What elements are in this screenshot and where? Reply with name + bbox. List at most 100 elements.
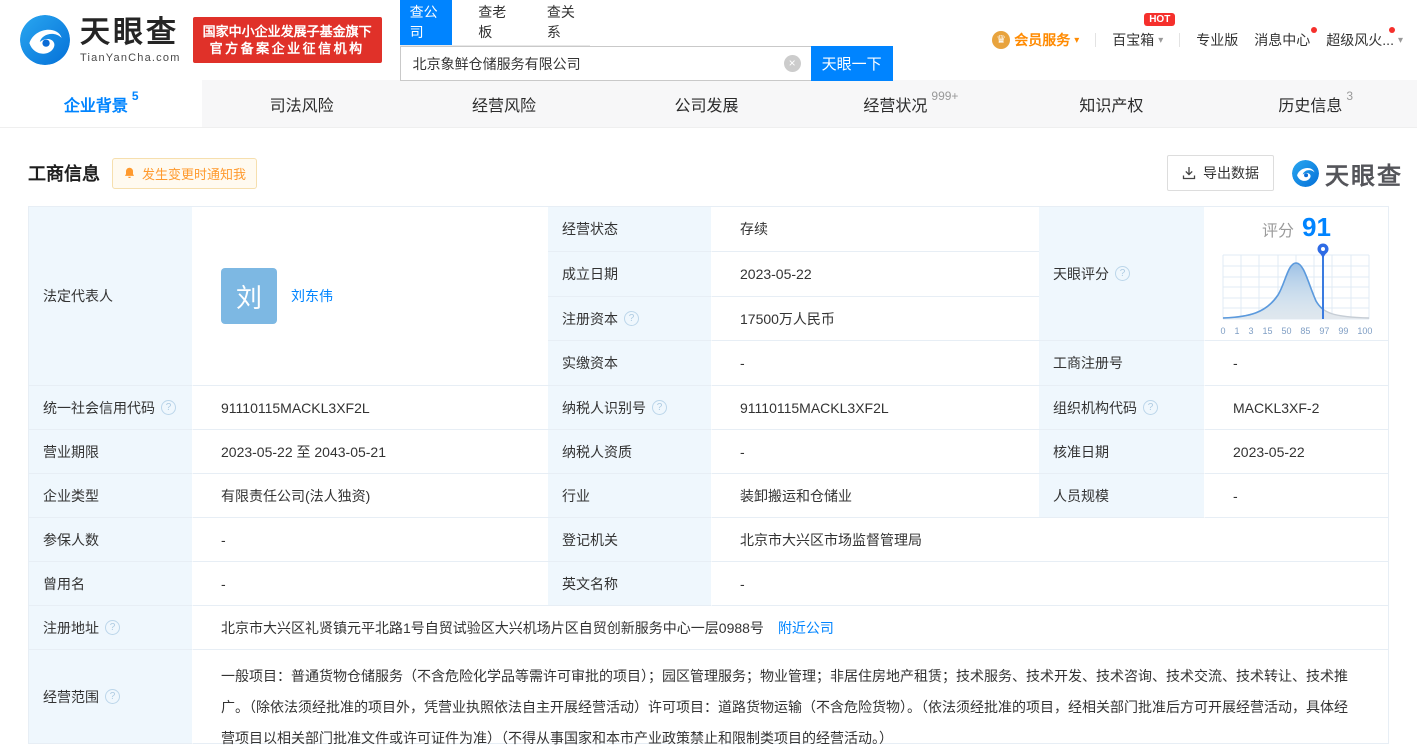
field-former-name-label: 曾用名 [29, 562, 193, 606]
value-text: MACKL3XF-2 [1233, 399, 1320, 416]
tick-label: 99 [1338, 325, 1349, 336]
nav-message-center[interactable]: 消息中心 [1254, 27, 1318, 50]
tab-company-development[interactable]: 公司发展 [607, 80, 809, 127]
label-text: 核准日期 [1053, 443, 1109, 460]
label-text: 实缴资本 [562, 355, 618, 371]
help-icon[interactable]: ? [624, 311, 639, 326]
tab-intellectual-property[interactable]: 知识产权 [1012, 80, 1214, 127]
help-icon[interactable]: ? [652, 400, 667, 415]
field-business-term-value: 2023-05-22 至 2043-05-21 [193, 430, 548, 474]
search-tab-company[interactable]: 查公司 [399, 0, 453, 45]
search-tab-boss[interactable]: 查老板 [468, 0, 521, 45]
tick-label: 0 [1220, 325, 1226, 336]
tab-count: 999+ [931, 89, 959, 103]
top-navigation: ♛ 会员服务 ▾ HOT 百宝箱 ▾ 专业版 消息中心 超级风火... ▾ [992, 13, 1403, 50]
field-address-value: 北京市大兴区礼贤镇元平北路1号自贸试验区大兴机场片区自贸创新服务中心一层0988… [193, 606, 1388, 650]
nav-superfire[interactable]: 超级风火... ▾ [1326, 27, 1403, 50]
label-text: 纳税人识别号 [562, 399, 646, 416]
field-business-scope-label: 经营范围 ? [29, 650, 193, 744]
field-staff-size-label: 人员规模 [1039, 474, 1205, 518]
label-text: 组织机构代码 [1053, 399, 1137, 416]
value-text: 装卸搬运和仓储业 [740, 487, 852, 504]
field-former-name-value: - [193, 562, 548, 606]
label-text: 行业 [562, 487, 590, 504]
export-button-label: 导出数据 [1203, 165, 1259, 181]
label-text: 工商注册号 [1053, 355, 1123, 371]
value-text: - [221, 575, 226, 592]
search-module: 查公司 查老板 查关系 × 天眼一下 [399, 0, 893, 81]
value-text: 存续 [740, 221, 768, 237]
legal-rep-avatar[interactable]: 刘 [221, 268, 277, 324]
label-text: 企业类型 [43, 487, 99, 504]
help-icon[interactable]: ? [105, 620, 120, 635]
nav-vip-label: 会员服务 [1014, 32, 1071, 48]
business-info-table: 法定代表人 刘 刘东伟 经营状态 存续 成立日期 2023-05-22 注册资本… [28, 206, 1389, 746]
clear-icon[interactable]: × [783, 55, 801, 72]
nav-vip-services[interactable]: ♛ 会员服务 ▾ [992, 30, 1079, 50]
field-insured-count-value: - [193, 518, 548, 562]
tab-operating-status[interactable]: 经营状况 999+ [810, 80, 1012, 127]
field-tianyan-score-label: 天眼评分 ? [1039, 207, 1205, 341]
tab-count: 5 [131, 89, 139, 103]
help-icon[interactable]: ? [161, 400, 176, 415]
field-taxpayer-quality-value: - [712, 430, 1039, 474]
field-paid-capital-value: - [712, 341, 1039, 386]
nav-messages-label: 消息中心 [1254, 32, 1311, 48]
notify-button-label: 发生变更时通知我 [142, 166, 247, 182]
search-button[interactable]: 天眼一下 [810, 46, 893, 81]
legal-rep-link[interactable]: 刘东伟 [291, 286, 333, 306]
field-legal-rep-value: 刘 刘东伟 [193, 207, 548, 386]
field-reg-capital-label: 注册资本 ? [548, 297, 712, 341]
score-value: 91 [1302, 211, 1331, 242]
nav-divider [1179, 33, 1181, 47]
tab-label: 企业背景 [63, 97, 128, 115]
tab-operating-risk[interactable]: 经营风险 [405, 80, 607, 127]
field-company-type-value: 有限责任公司(法人独资) [193, 474, 548, 518]
tab-history-info[interactable]: 历史信息 3 [1215, 80, 1417, 127]
field-reg-number-label: 工商注册号 [1039, 341, 1205, 386]
watermark-text: 天眼查 [1325, 162, 1403, 190]
bell-icon [124, 167, 135, 179]
field-credit-code-value: 91110115MACKL3XF2L [193, 386, 548, 430]
badge-line2: 官方备案企业征信机构 [209, 41, 365, 56]
value-text: - [1233, 487, 1238, 504]
notify-on-change-button[interactable]: 发生变更时通知我 [112, 157, 258, 189]
tick-label: 1 [1234, 325, 1240, 336]
field-est-date-label: 成立日期 [548, 252, 712, 297]
field-taxpayer-id-value: 91110115MACKL3XF2L [712, 386, 1039, 430]
tab-label: 司法风险 [269, 97, 334, 115]
field-paid-capital-label: 实缴资本 [548, 341, 712, 386]
chevron-down-icon: ▾ [1074, 34, 1080, 46]
tick-label: 100 [1357, 325, 1373, 336]
value-text: 一般项目：普通货物仓储服务（不含危险化学品等需许可审批的项目）；园区管理服务；物… [221, 668, 1348, 746]
field-registry-label: 登记机关 [548, 518, 712, 562]
label-text: 英文名称 [562, 575, 618, 592]
label-text: 纳税人资质 [562, 443, 632, 460]
search-input[interactable] [399, 46, 811, 81]
value-text: - [221, 531, 226, 548]
nav-pro-version[interactable]: 专业版 [1196, 30, 1238, 50]
tab-company-background[interactable]: 企业背景 5 [0, 80, 203, 127]
field-status-label: 经营状态 [548, 207, 712, 252]
company-section-tabs: 企业背景 5 司法风险 经营风险 公司发展 经营状况 999+ 知识产权 历史信… [0, 80, 1417, 128]
help-icon[interactable]: ? [1143, 400, 1158, 415]
nearby-companies-link[interactable]: 附近公司 [778, 618, 834, 638]
label-text: 营业期限 [43, 443, 99, 460]
search-tab-relation[interactable]: 查关系 [537, 0, 590, 45]
label-text: 经营范围 [43, 688, 99, 705]
tab-judicial-risk[interactable]: 司法风险 [202, 80, 404, 127]
help-icon[interactable]: ? [105, 689, 120, 704]
tick-label: 85 [1300, 325, 1311, 336]
field-english-name-value: - [712, 562, 1388, 606]
value-text: 有限责任公司(法人独资) [221, 487, 371, 504]
download-icon [1182, 167, 1196, 180]
nav-divider [1095, 33, 1097, 47]
tianyan-score-panel: 评分 91 0 1 3 15 50 85 97 99 100 [1205, 207, 1388, 341]
field-org-code-value: MACKL3XF-2 [1205, 386, 1388, 430]
tab-label: 经营风险 [472, 97, 537, 115]
nav-toolbox[interactable]: HOT 百宝箱 ▾ [1112, 13, 1176, 50]
section-title: 工商信息 [28, 164, 100, 184]
help-icon[interactable]: ? [1115, 266, 1130, 281]
tianyancha-logo[interactable]: 天眼查 TianYanCha.com [20, 15, 181, 65]
export-data-button[interactable]: 导出数据 [1167, 155, 1274, 191]
